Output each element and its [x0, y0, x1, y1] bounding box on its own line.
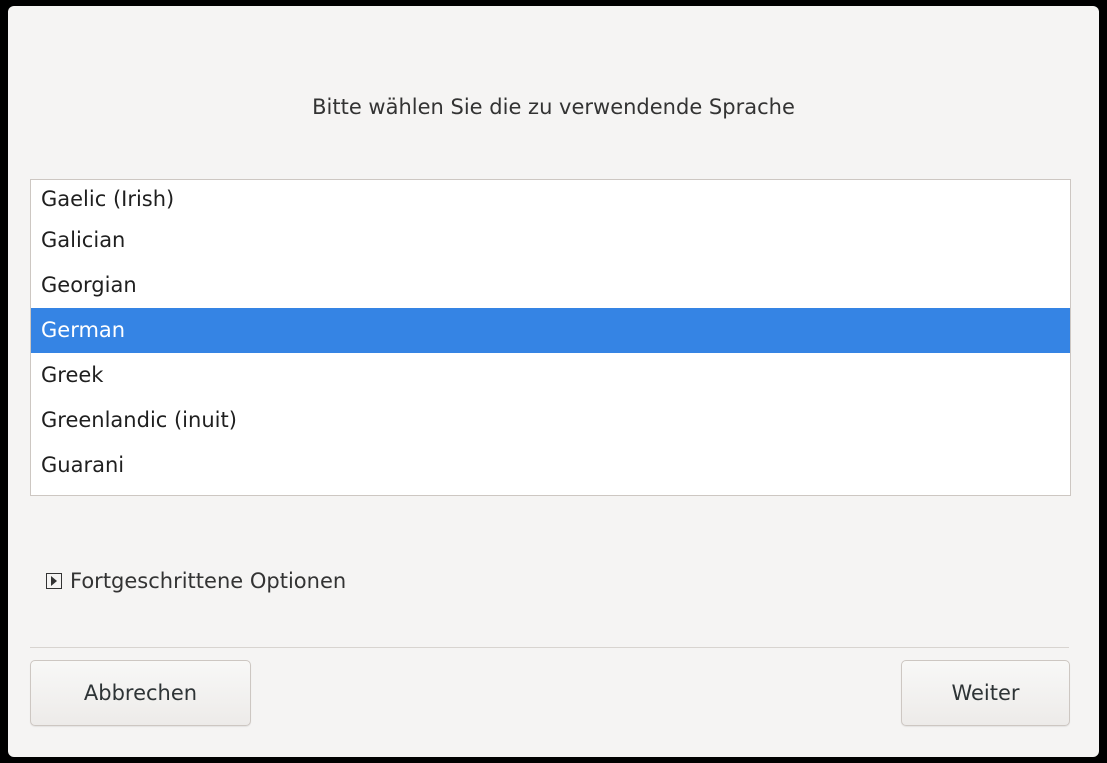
list-item-greenlandic[interactable]: Greenlandic (inuit) — [31, 398, 1070, 443]
list-item-gaelic-irish[interactable]: Gaelic (Irish) — [31, 180, 1070, 218]
next-button[interactable]: Weiter — [901, 660, 1070, 726]
advanced-options-expander[interactable]: Fortgeschrittene Optionen — [46, 567, 346, 595]
list-item-german-selected[interactable]: German — [31, 308, 1070, 353]
list-item-galician[interactable]: Galician — [31, 218, 1070, 263]
cancel-button[interactable]: Abbrechen — [30, 660, 251, 726]
dialog-title: Bitte wählen Sie die zu verwendende Spra… — [312, 95, 795, 119]
language-list[interactable]: Gaelic (Irish) Galician Georgian German … — [30, 179, 1071, 496]
advanced-options-label: Fortgeschrittene Optionen — [70, 569, 347, 593]
language-dialog: Bitte wählen Sie die zu verwendende Spra… — [8, 6, 1099, 757]
list-item-greek[interactable]: Greek — [31, 353, 1070, 398]
separator — [30, 647, 1069, 648]
list-item-georgian[interactable]: Georgian — [31, 263, 1070, 308]
expander-right-icon — [46, 573, 62, 589]
list-item-guarani[interactable]: Guarani — [31, 443, 1070, 488]
